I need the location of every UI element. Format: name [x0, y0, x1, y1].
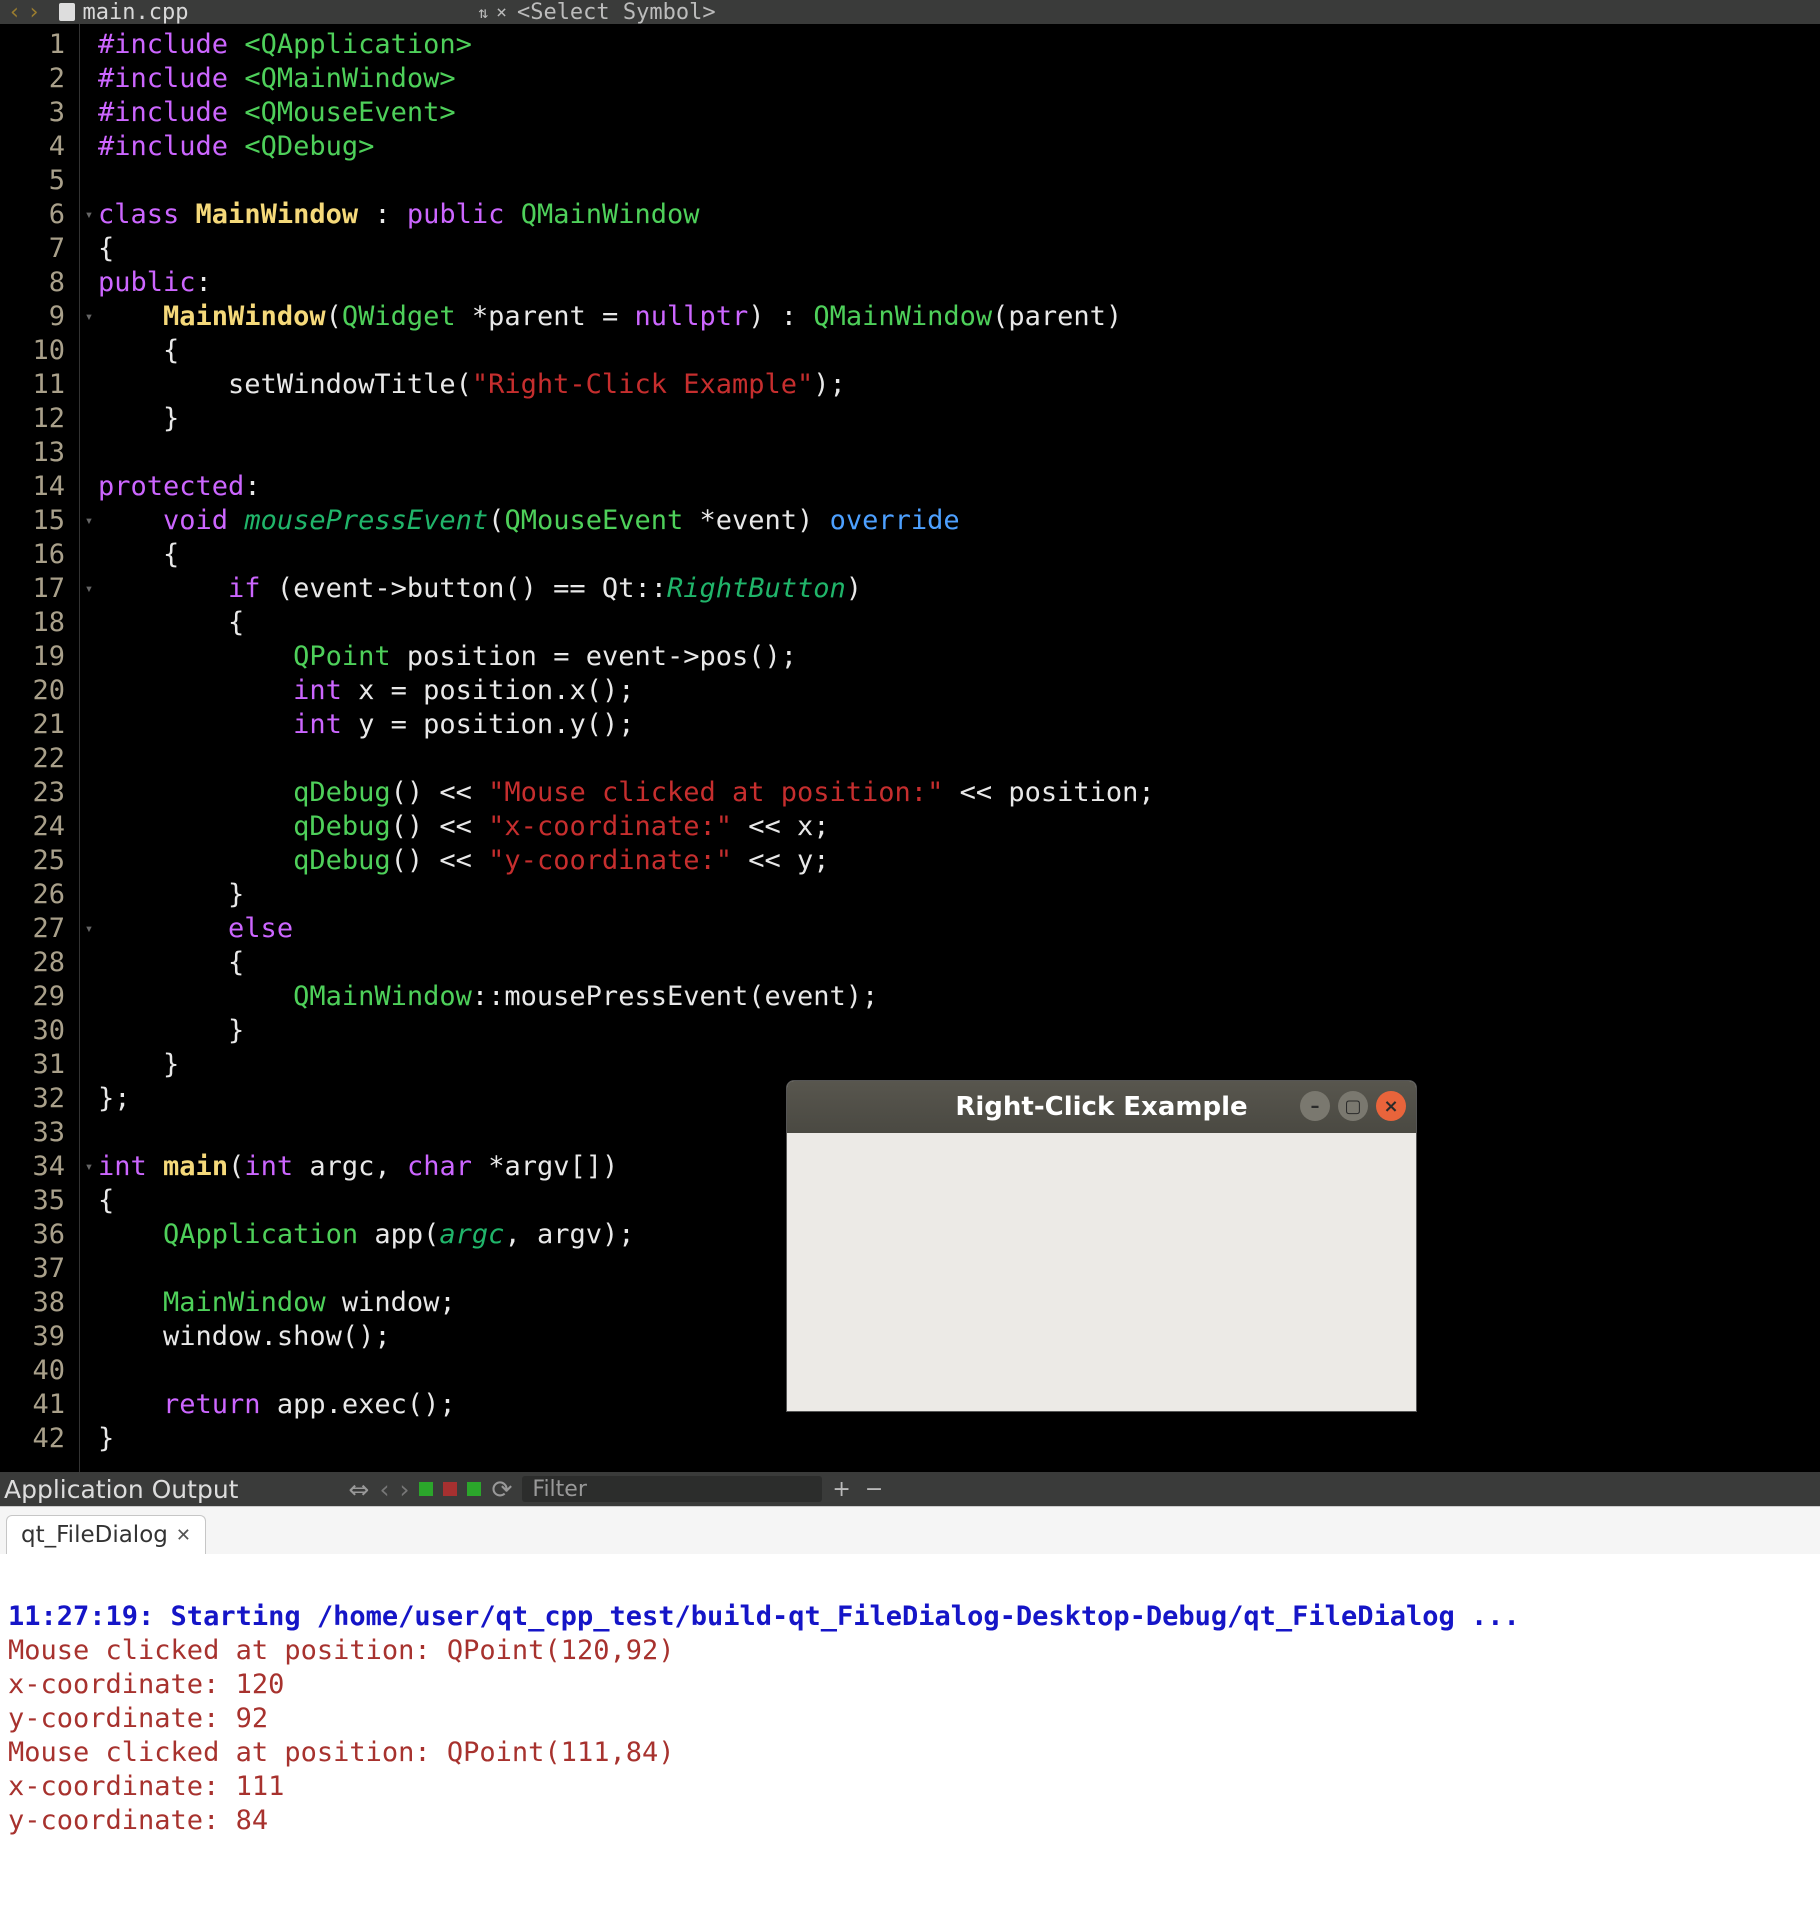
attach-icon[interactable]: ⇔ — [348, 1475, 369, 1504]
symbol-selector[interactable]: <Select Symbol> — [517, 0, 716, 25]
zoom-out-icon[interactable]: − — [865, 1477, 883, 1502]
output-start-line: 11:27:19: Starting /home/user/qt_cpp_tes… — [8, 1600, 1812, 1634]
nav-forward-icon[interactable]: › — [27, 0, 40, 25]
minimize-button[interactable]: – — [1300, 1091, 1330, 1121]
symbol-close-icon[interactable]: × — [496, 2, 507, 23]
output-lines: Mouse clicked at position: QPoint(120,92… — [8, 1634, 1812, 1838]
file-icon — [59, 3, 75, 21]
file-tab[interactable]: main.cpp — [49, 0, 199, 25]
nav-back-icon[interactable]: ‹ — [8, 0, 21, 25]
window-buttons: – ▢ × — [1300, 1091, 1406, 1121]
file-name: main.cpp — [83, 0, 189, 25]
output-toolbar: ⇔ ‹ › ⟳ — [348, 1475, 512, 1504]
filter-input[interactable]: Filter — [522, 1476, 822, 1502]
close-button[interactable]: × — [1376, 1091, 1406, 1121]
output-tab[interactable]: qt_FileDialog ✕ — [6, 1515, 206, 1554]
nav-arrows: ‹ › — [0, 0, 49, 25]
app-window-title: Right-Click Example — [955, 1092, 1247, 1122]
prev-icon[interactable]: ‹ — [379, 1475, 389, 1504]
line-number-gutter: 1234567891011121314151617181920212223242… — [0, 24, 80, 1472]
stop-icon[interactable] — [443, 1482, 457, 1496]
app-window-titlebar[interactable]: Right-Click Example – ▢ × — [787, 1081, 1416, 1133]
maximize-button[interactable]: ▢ — [1338, 1091, 1368, 1121]
fold-column[interactable]: ▾▾▾▾▾▾ — [80, 24, 98, 1472]
running-app-window[interactable]: Right-Click Example – ▢ × — [786, 1080, 1417, 1412]
run-icon[interactable] — [419, 1482, 433, 1496]
zoom-in-icon[interactable]: + — [832, 1477, 850, 1502]
settings-icon[interactable]: ⟳ — [491, 1475, 512, 1504]
output-panel-header: Application Output ⇔ ‹ › ⟳ Filter + − — [0, 1472, 1820, 1506]
filter-placeholder: Filter — [532, 1477, 586, 1502]
code-editor[interactable]: 1234567891011121314151617181920212223242… — [0, 24, 1820, 1472]
zoom-controls: + − — [832, 1477, 883, 1502]
output-tabs: qt_FileDialog ✕ — [0, 1506, 1820, 1554]
editor-tabbar: ‹ › main.cpp ⇅ × <Select Symbol> — [0, 0, 1820, 24]
symbol-selector-area[interactable]: ⇅ × <Select Symbol> — [478, 0, 715, 25]
output-pane[interactable]: 11:27:19: Starting /home/user/qt_cpp_tes… — [0, 1554, 1820, 1911]
output-panel-title: Application Output — [0, 1475, 238, 1504]
symbol-updown-icon[interactable]: ⇅ — [478, 3, 486, 22]
rerun-icon[interactable] — [467, 1482, 481, 1496]
next-icon[interactable]: › — [399, 1475, 409, 1504]
close-icon[interactable]: ✕ — [176, 1525, 191, 1546]
output-tab-label: qt_FileDialog — [21, 1522, 168, 1548]
